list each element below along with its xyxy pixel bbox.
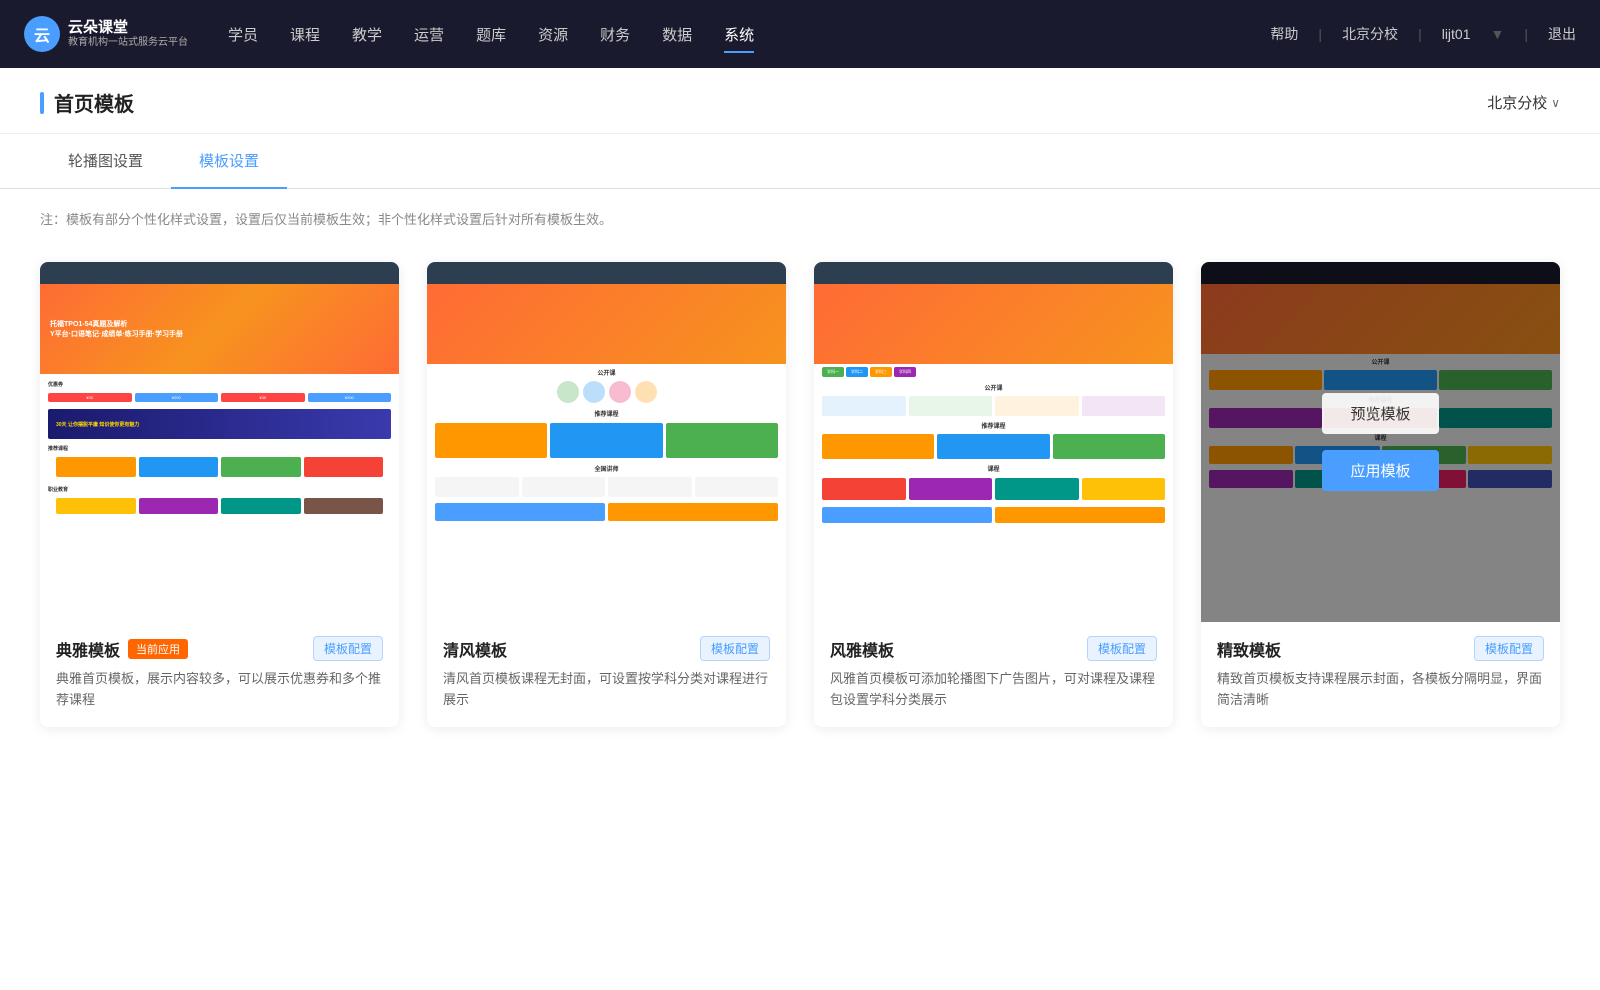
page-content: 首页模板 北京分校 ∨ 轮播图设置 模板设置 注：模板有部分个性化样式设置，设置… [0, 68, 1600, 990]
template-overlay-4: 预览模板 应用模板 [1201, 262, 1560, 622]
page-header: 首页模板 北京分校 ∨ [0, 68, 1600, 134]
nav-item-resources[interactable]: 资源 [538, 20, 568, 49]
title-bar-decoration [40, 92, 44, 114]
tabs-container: 轮播图设置 模板设置 [0, 134, 1600, 189]
nav-item-students[interactable]: 学员 [228, 20, 258, 49]
logo: 云 云朵课堂 教育机构一站式服务云平台 [24, 16, 188, 52]
preview-button-1[interactable]: 预览模板 [161, 393, 277, 434]
preview-button-4[interactable]: 预览模板 [1322, 393, 1438, 434]
template-preview-4[interactable]: 公开课 推荐课程 课程 [1201, 262, 1560, 622]
template-preview-3[interactable]: 学科一 学科二 学科三 学科四 公开课 推荐课程 [814, 262, 1173, 622]
tab-carousel[interactable]: 轮播图设置 [40, 134, 171, 189]
config-button-3[interactable]: 模板配置 [1087, 636, 1157, 661]
nav-user[interactable]: lijt01 [1442, 26, 1471, 42]
template-name-3: 风雅模板 [830, 637, 894, 661]
nav-right: 帮助 | 北京分校 | lijt01 ▼ | 退出 [1270, 24, 1576, 44]
template-info-4: 精致模板 模板配置 精致首页模板支持课程展示封面，各模板分隔明显，界面简洁清晰 [1201, 622, 1560, 727]
config-button-4[interactable]: 模板配置 [1474, 636, 1544, 661]
badge-current-1: 当前应用 [128, 639, 188, 659]
template-info-1: 典雅模板 当前应用 模板配置 典雅首页模板，展示内容较多，可以展示优惠券和多个推… [40, 622, 399, 727]
top-navigation: 云 云朵课堂 教育机构一站式服务云平台 学员 课程 教学 运营 题库 资源 财务… [0, 0, 1600, 68]
note-text: 注：模板有部分个性化样式设置，设置后仅当前模板生效；非个性化样式设置后针对所有模… [0, 189, 1600, 238]
template-desc-3: 风雅首页模板可添加轮播图下广告图片，可对课程及课程包设置学科分类展示 [830, 669, 1157, 711]
apply-button-3[interactable]: 应用模板 [935, 450, 1051, 491]
nav-help[interactable]: 帮助 [1270, 24, 1298, 44]
template-desc-4: 精致首页模板支持课程展示封面，各模板分隔明显，界面简洁清晰 [1217, 669, 1544, 711]
nav-item-finance[interactable]: 财务 [600, 20, 630, 49]
nav-item-questions[interactable]: 题库 [476, 20, 506, 49]
template-title-row-4: 精致模板 模板配置 [1217, 636, 1544, 661]
apply-button-4[interactable]: 应用模板 [1322, 450, 1438, 491]
template-desc-1: 典雅首页模板，展示内容较多，可以展示优惠券和多个推荐课程 [56, 669, 383, 711]
template-grid: 托福TPO1-54真题及解析Y平台·口语笔记·成绩单·练习手册·学习手册 优惠券… [0, 238, 1600, 767]
template-info-2: 清风模板 模板配置 清风首页模板课程无封面，可设置按学科分类对课程进行展示 [427, 622, 786, 727]
nav-logout[interactable]: 退出 [1548, 24, 1576, 44]
template-name-1: 典雅模板 [56, 637, 120, 661]
logo-icon: 云 [24, 16, 60, 52]
tab-template[interactable]: 模板设置 [171, 134, 287, 189]
page-title-wrap: 首页模板 [40, 88, 134, 133]
nav-branch[interactable]: 北京分校 [1342, 24, 1398, 44]
branch-selector[interactable]: 北京分校 ∨ [1487, 92, 1560, 129]
template-desc-2: 清风首页模板课程无封面，可设置按学科分类对课程进行展示 [443, 669, 770, 711]
config-button-2[interactable]: 模板配置 [700, 636, 770, 661]
template-info-3: 风雅模板 模板配置 风雅首页模板可添加轮播图下广告图片，可对课程及课程包设置学科… [814, 622, 1173, 727]
apply-button-2[interactable]: 应用模板 [548, 450, 664, 491]
page-title: 首页模板 [54, 88, 134, 117]
template-name-2: 清风模板 [443, 637, 507, 661]
template-card-1: 托福TPO1-54真题及解析Y平台·口语笔记·成绩单·练习手册·学习手册 优惠券… [40, 262, 399, 727]
preview-button-2[interactable]: 预览模板 [548, 393, 664, 434]
chevron-down-icon: ∨ [1551, 96, 1560, 110]
template-preview-1[interactable]: 托福TPO1-54真题及解析Y平台·口语笔记·成绩单·练习手册·学习手册 优惠券… [40, 262, 399, 622]
template-name-4: 精致模板 [1217, 637, 1281, 661]
template-card-4: 公开课 推荐课程 课程 [1201, 262, 1560, 727]
branch-name: 北京分校 [1487, 92, 1547, 113]
template-title-row-1: 典雅模板 当前应用 模板配置 [56, 636, 383, 661]
nav-left: 云 云朵课堂 教育机构一站式服务云平台 学员 课程 教学 运营 题库 资源 财务… [24, 16, 754, 52]
template-title-row-2: 清风模板 模板配置 [443, 636, 770, 661]
apply-button-1[interactable]: 应用模板 [161, 450, 277, 491]
nav-item-courses[interactable]: 课程 [290, 20, 320, 49]
nav-item-operations[interactable]: 运营 [414, 20, 444, 49]
template-title-row-3: 风雅模板 模板配置 [830, 636, 1157, 661]
nav-item-data[interactable]: 数据 [662, 20, 692, 49]
logo-text: 云朵课堂 教育机构一站式服务云平台 [68, 19, 188, 49]
template-card-2: 公开课 推荐课程 全国讲师 [427, 262, 786, 727]
nav-item-system[interactable]: 系统 [724, 20, 754, 49]
config-button-1[interactable]: 模板配置 [313, 636, 383, 661]
nav-item-teaching[interactable]: 教学 [352, 20, 382, 49]
template-card-3: 学科一 学科二 学科三 学科四 公开课 推荐课程 [814, 262, 1173, 727]
nav-menu: 学员 课程 教学 运营 题库 资源 财务 数据 系统 [228, 20, 754, 49]
template-preview-2[interactable]: 公开课 推荐课程 全国讲师 [427, 262, 786, 622]
preview-button-3[interactable]: 预览模板 [935, 393, 1051, 434]
